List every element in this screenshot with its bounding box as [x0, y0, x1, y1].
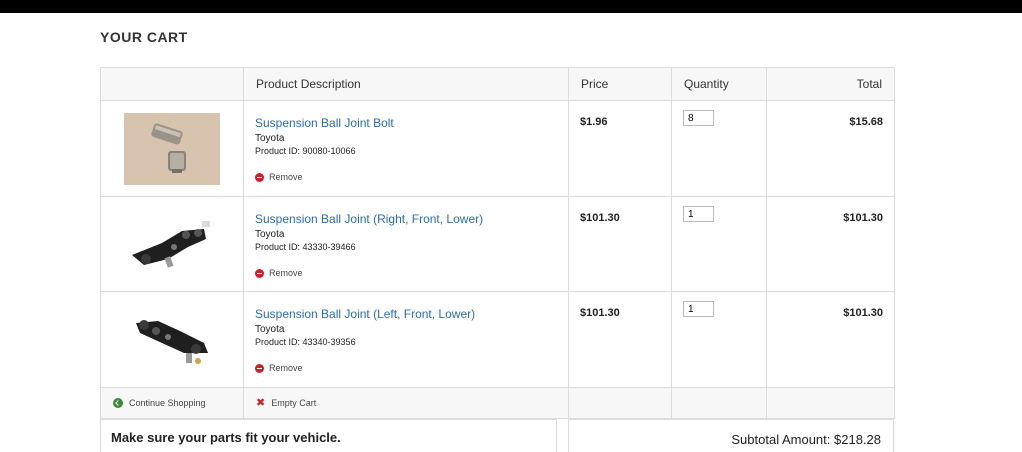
- product-description-cell: Suspension Ball Joint (Left, Front, Lowe…: [243, 291, 569, 388]
- product-link[interactable]: Suspension Ball Joint Bolt: [255, 116, 557, 130]
- product-description-cell: Suspension Ball Joint Bolt Toyota Produc…: [243, 100, 569, 197]
- remove-button[interactable]: Remove: [255, 172, 557, 182]
- table-header-row: Product Description Price Quantity Total: [100, 67, 895, 101]
- fit-message: Make sure your parts fit your vehicle.: [100, 419, 557, 452]
- footer-empty-cell: [568, 387, 672, 419]
- header-image: [100, 67, 244, 101]
- total-cell: $101.30: [766, 291, 895, 388]
- total-cell: $15.68: [766, 100, 895, 197]
- product-description-cell: Suspension Ball Joint (Right, Front, Low…: [243, 196, 569, 292]
- quantity-cell: [671, 291, 767, 388]
- table-row: Suspension Ball Joint Bolt Toyota Produc…: [100, 100, 895, 197]
- continue-shopping-label: Continue Shopping: [129, 398, 206, 408]
- product-image-cell: [100, 100, 244, 197]
- product-image-cell: [100, 291, 244, 388]
- product-brand: Toyota: [255, 229, 285, 240]
- product-id: Product ID: 43330-39466: [255, 242, 356, 252]
- empty-cart-link[interactable]: ✖ Empty Cart: [256, 397, 556, 409]
- header-total: Total: [766, 67, 895, 101]
- remove-button[interactable]: Remove: [255, 363, 557, 373]
- continue-shopping-cell: Continue Shopping: [100, 387, 244, 419]
- table-row: Suspension Ball Joint (Left, Front, Lowe…: [100, 291, 895, 388]
- footer-empty-cell: [671, 387, 767, 419]
- cart-table: Product Description Price Quantity Total…: [100, 67, 895, 419]
- subtotal-amount: Subtotal Amount: $218.28: [568, 419, 894, 452]
- product-id: Product ID: 43340-39356: [255, 337, 356, 347]
- quantity-input[interactable]: [683, 206, 714, 222]
- product-image-bolt[interactable]: [124, 112, 220, 185]
- header-quantity: Quantity: [671, 67, 767, 101]
- product-brand: Toyota: [255, 133, 285, 144]
- remove-label: Remove: [269, 172, 303, 182]
- table-row: Suspension Ball Joint (Right, Front, Low…: [100, 196, 895, 292]
- page-title: YOUR CART: [100, 29, 188, 45]
- product-image-ball-joint-right[interactable]: [122, 213, 222, 275]
- price-cell: $1.96: [568, 100, 672, 197]
- continue-shopping-link[interactable]: Continue Shopping: [113, 398, 231, 408]
- total-cell: $101.30: [766, 196, 895, 292]
- footer-empty-cell: [766, 387, 895, 419]
- product-image-ball-joint-left[interactable]: [122, 309, 222, 371]
- price-cell: $101.30: [568, 291, 672, 388]
- top-bar: [0, 0, 1022, 13]
- header-description: Product Description: [243, 67, 569, 101]
- quantity-input[interactable]: [683, 110, 714, 126]
- remove-circle-icon: [255, 268, 264, 278]
- remove-circle-icon: [255, 363, 264, 373]
- price-cell: $101.30: [568, 196, 672, 292]
- remove-button[interactable]: Remove: [255, 268, 557, 278]
- cart-footer-row: Continue Shopping ✖ Empty Cart: [100, 387, 895, 419]
- product-image-cell: [100, 196, 244, 292]
- product-link[interactable]: Suspension Ball Joint (Left, Front, Lowe…: [255, 307, 557, 321]
- remove-circle-icon: [255, 172, 264, 182]
- quantity-cell: [671, 196, 767, 292]
- empty-cart-cell: ✖ Empty Cart: [243, 387, 569, 419]
- remove-label: Remove: [269, 363, 303, 373]
- product-link[interactable]: Suspension Ball Joint (Right, Front, Low…: [255, 212, 557, 226]
- quantity-input[interactable]: [683, 301, 714, 317]
- product-brand: Toyota: [255, 324, 285, 335]
- x-icon: ✖: [256, 397, 266, 409]
- header-price: Price: [568, 67, 672, 101]
- quantity-cell: [671, 100, 767, 197]
- back-arrow-circle-icon: [113, 398, 123, 408]
- remove-label: Remove: [269, 268, 303, 278]
- product-id: Product ID: 90080-10066: [255, 146, 356, 156]
- empty-cart-label: Empty Cart: [271, 398, 317, 408]
